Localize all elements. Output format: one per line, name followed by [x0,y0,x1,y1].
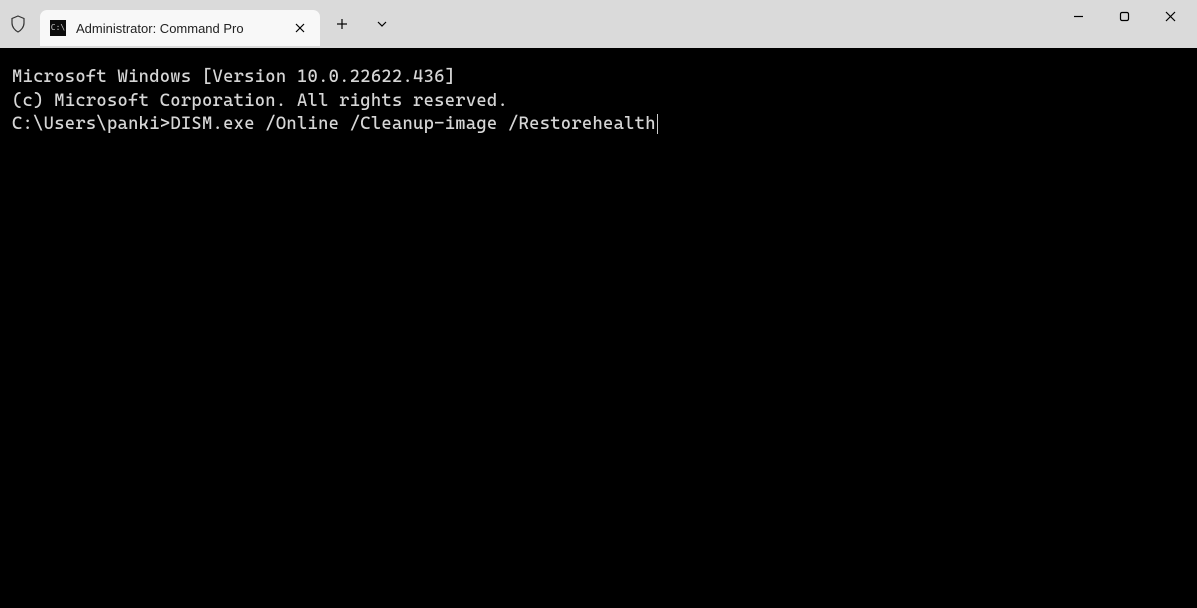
tab-dropdown-button[interactable] [364,6,400,42]
new-tab-button[interactable] [324,6,360,42]
text-cursor [657,114,659,134]
titlebar: C:\ Administrator: Command Pro [0,0,1197,48]
window-controls [1055,0,1193,48]
cmd-icon: C:\ [50,20,66,36]
command-input: DISM.exe /Online /Cleanup-image /Restore… [170,114,655,134]
shield-icon [8,14,28,34]
prompt-line: C:\Users\panki>DISM.exe /Online /Cleanup… [12,113,1185,137]
tab-close-button[interactable] [288,16,312,40]
prompt: C:\Users\panki> [12,114,170,134]
active-tab[interactable]: C:\ Administrator: Command Pro [40,10,320,46]
terminal-line: (c) Microsoft Corporation. All rights re… [12,90,1185,114]
terminal-output[interactable]: Microsoft Windows [Version 10.0.22622.43… [0,48,1197,608]
terminal-line: Microsoft Windows [Version 10.0.22622.43… [12,66,1185,90]
close-window-button[interactable] [1147,0,1193,32]
tab-title: Administrator: Command Pro [76,21,282,36]
maximize-button[interactable] [1101,0,1147,32]
minimize-button[interactable] [1055,0,1101,32]
